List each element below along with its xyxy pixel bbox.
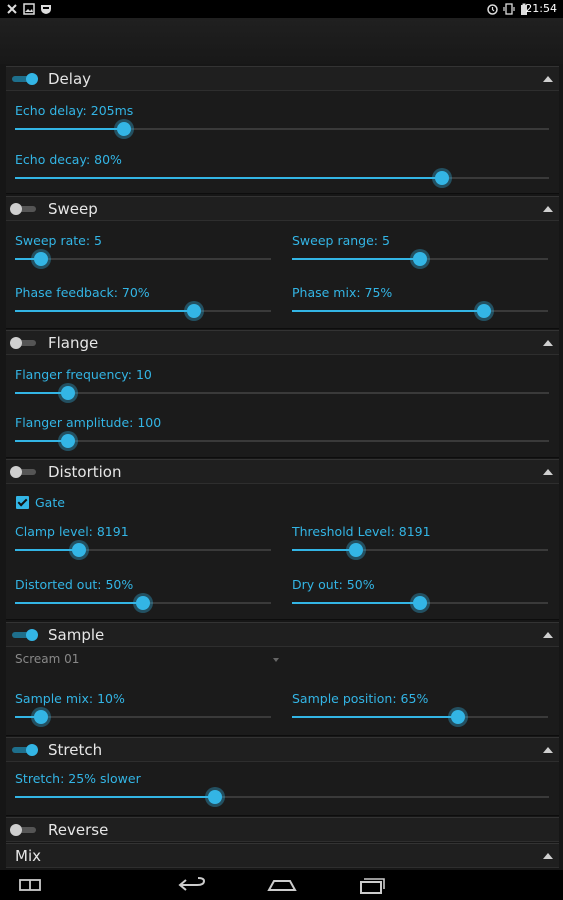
sample-mix-label: Sample mix: 10% bbox=[15, 691, 125, 706]
stretch-toggle[interactable] bbox=[10, 744, 38, 756]
collapse-icon[interactable] bbox=[543, 632, 553, 638]
navigation-bar bbox=[0, 870, 563, 900]
status-time: 21:54 bbox=[525, 2, 557, 15]
dry-out-label: Dry out: 50% bbox=[292, 577, 375, 592]
dropdown-arrow-icon bbox=[273, 658, 279, 662]
slider-thumb[interactable] bbox=[410, 249, 430, 269]
mix-title: Mix bbox=[15, 847, 41, 865]
tools-icon bbox=[7, 4, 17, 14]
sample-position-label: Sample position: 65% bbox=[292, 691, 429, 706]
sweep-rate-label: Sweep rate: 5 bbox=[15, 233, 102, 248]
alarm-icon bbox=[487, 4, 498, 15]
reverse-panel: Reverse bbox=[6, 817, 559, 842]
slider-thumb[interactable] bbox=[410, 593, 430, 613]
flange-toggle[interactable] bbox=[10, 337, 38, 349]
clamp-level-label: Clamp level: 8191 bbox=[15, 524, 129, 539]
delay-panel: Delay Echo delay: 205ms Echo decay: 80% bbox=[6, 66, 559, 194]
checkbox-checked-icon bbox=[16, 496, 29, 509]
reverse-title: Reverse bbox=[48, 821, 109, 839]
stretch-panel: Stretch Stretch: 25% slower bbox=[6, 737, 559, 816]
collapse-icon[interactable] bbox=[543, 206, 553, 212]
collapse-icon[interactable] bbox=[543, 340, 553, 346]
sweep-toggle[interactable] bbox=[10, 203, 38, 215]
mix-header[interactable]: Mix bbox=[6, 844, 559, 868]
echo-decay-label: Echo decay: 80% bbox=[15, 152, 122, 167]
gate-label: Gate bbox=[35, 495, 65, 510]
sweep-panel: Sweep Sweep rate: 5 Sweep range: 5 Phase… bbox=[6, 196, 559, 329]
distorted-out-label: Distorted out: 50% bbox=[15, 577, 134, 592]
slider-thumb[interactable] bbox=[184, 301, 205, 321]
flange-title: Flange bbox=[48, 334, 99, 352]
home-icon[interactable] bbox=[266, 875, 298, 895]
shield-icon bbox=[41, 5, 51, 14]
flanger-frequency-label: Flanger frequency: 10 bbox=[15, 367, 152, 382]
slider-thumb[interactable] bbox=[448, 707, 469, 727]
sample-select[interactable]: Scream 01 bbox=[15, 651, 281, 671]
slider-thumb[interactable] bbox=[133, 593, 153, 613]
slider-thumb[interactable] bbox=[30, 707, 51, 727]
sample-toggle[interactable] bbox=[10, 629, 38, 641]
sample-header[interactable]: Sample bbox=[6, 623, 559, 647]
delay-title: Delay bbox=[48, 70, 92, 88]
action-bar bbox=[0, 18, 563, 64]
slider-thumb[interactable] bbox=[30, 249, 51, 269]
slider-thumb[interactable] bbox=[114, 119, 135, 139]
status-bar: 21:54 bbox=[0, 0, 563, 18]
distortion-toggle[interactable] bbox=[10, 466, 38, 478]
phase-feedback-label: Phase feedback: 70% bbox=[15, 285, 150, 300]
threshold-level-label: Threshold Level: 8191 bbox=[292, 524, 431, 539]
flange-panel: Flange Flanger frequency: 10 Flanger amp… bbox=[6, 330, 559, 458]
distortion-panel: Distortion Gate Clamp level: 8191 Thresh… bbox=[6, 459, 559, 620]
vibrate-icon bbox=[503, 3, 515, 15]
reverse-toggle[interactable] bbox=[10, 824, 38, 836]
delay-toggle[interactable] bbox=[10, 73, 38, 85]
slider-thumb[interactable] bbox=[58, 431, 79, 451]
mix-panel: Mix bbox=[6, 843, 559, 868]
split-screen-icon[interactable] bbox=[18, 875, 42, 895]
slider-thumb[interactable] bbox=[474, 301, 494, 321]
slider-thumb[interactable] bbox=[205, 787, 226, 807]
image-icon bbox=[23, 3, 35, 15]
sweep-title: Sweep bbox=[48, 200, 98, 218]
slider-thumb[interactable] bbox=[346, 540, 366, 560]
reverse-header[interactable]: Reverse bbox=[6, 818, 559, 842]
slider-thumb[interactable] bbox=[432, 168, 453, 188]
sweep-header[interactable]: Sweep bbox=[6, 197, 559, 221]
collapse-icon[interactable] bbox=[543, 469, 553, 475]
back-icon[interactable] bbox=[177, 875, 207, 895]
sample-title: Sample bbox=[48, 626, 105, 644]
stretch-header[interactable]: Stretch bbox=[6, 738, 559, 762]
echo-delay-label: Echo delay: 205ms bbox=[15, 103, 134, 118]
distortion-title: Distortion bbox=[48, 463, 122, 481]
sweep-range-label: Sweep range: 5 bbox=[292, 233, 390, 248]
delay-header[interactable]: Delay bbox=[6, 67, 559, 91]
collapse-icon[interactable] bbox=[543, 747, 553, 753]
slider-thumb[interactable] bbox=[69, 540, 89, 560]
stretch-title: Stretch bbox=[48, 741, 103, 759]
sample-select-value: Scream 01 bbox=[15, 652, 80, 666]
flange-header[interactable]: Flange bbox=[6, 331, 559, 355]
collapse-icon[interactable] bbox=[543, 853, 553, 859]
distortion-header[interactable]: Distortion bbox=[6, 460, 559, 484]
flanger-amplitude-label: Flanger amplitude: 100 bbox=[15, 415, 162, 430]
slider-thumb[interactable] bbox=[58, 383, 79, 403]
sample-panel: Sample Scream 01 Sample mix: 10% Sample … bbox=[6, 622, 559, 736]
collapse-icon[interactable] bbox=[543, 76, 553, 82]
recents-icon[interactable] bbox=[357, 875, 387, 895]
stretch-label: Stretch: 25% slower bbox=[15, 771, 141, 786]
phase-mix-label: Phase mix: 75% bbox=[292, 285, 393, 300]
